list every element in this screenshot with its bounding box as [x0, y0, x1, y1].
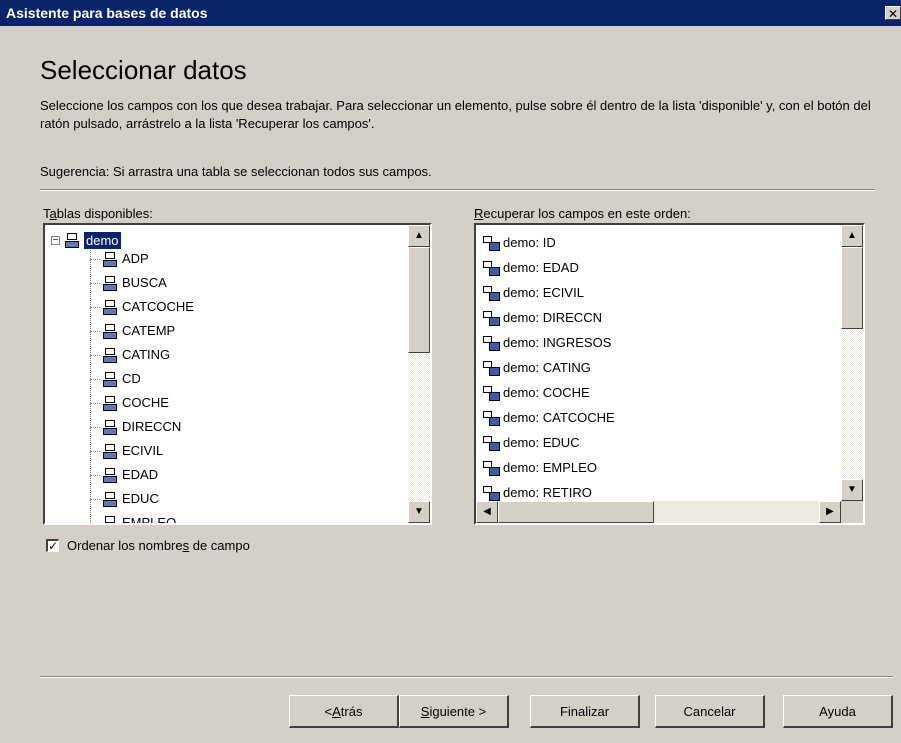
tree-item[interactable]: EDAD [90, 463, 158, 487]
retrieve-vertical-scrollbar[interactable]: ▲ ▼ [841, 225, 863, 501]
tree-root-label: demo [84, 231, 121, 249]
tree-item[interactable]: DIRECCN [90, 415, 181, 439]
tree-item[interactable]: ADP [90, 247, 149, 271]
field-icon [102, 419, 117, 435]
back-button[interactable]: < Atrás [289, 695, 399, 728]
table-icon [64, 232, 79, 248]
field-icon [102, 515, 116, 523]
list-item[interactable]: demo: DIRECCN [482, 306, 602, 330]
tree-item[interactable]: COCHE [90, 391, 169, 415]
field-icon [102, 251, 117, 267]
list-item[interactable]: demo: EDAD [482, 256, 579, 280]
available-tables-label: Tablas disponibles: [43, 206, 153, 221]
field-icon [482, 435, 500, 451]
tree-item[interactable]: CATEMP [90, 319, 175, 343]
hint-text: Sugerencia: Si arrastra una tabla se sel… [40, 164, 432, 179]
scroll-up-icon[interactable]: ▲ [841, 225, 863, 247]
field-icon [102, 395, 117, 411]
retrieve-fields-list[interactable]: demo: ID demo: EDAD demo: ECIVIL demo: D… [474, 223, 865, 525]
tree-item[interactable]: EMPLEO [90, 511, 176, 523]
list-item[interactable]: demo: COCHE [482, 381, 590, 405]
list-item[interactable]: demo: EDUC [482, 431, 580, 455]
field-icon [482, 385, 500, 401]
field-icon [482, 460, 500, 476]
field-icon [482, 360, 500, 376]
field-icon [102, 323, 117, 339]
sort-checkbox-label: Ordenar los nombres de campo [67, 538, 250, 553]
list-item[interactable]: demo: ECIVIL [482, 281, 584, 305]
tree-item[interactable]: CATING [90, 343, 170, 367]
scroll-thumb-horizontal[interactable] [498, 501, 654, 523]
scroll-down-icon[interactable]: ▼ [841, 479, 863, 501]
scroll-up-icon[interactable]: ▲ [408, 225, 430, 247]
collapse-icon[interactable]: − [51, 235, 60, 245]
field-icon [102, 491, 117, 507]
scroll-corner [841, 501, 863, 523]
field-icon [102, 299, 117, 315]
finish-button[interactable]: Finalizar [530, 695, 640, 728]
page-description: Seleccione los campos con los que desea … [40, 98, 871, 131]
tree-item[interactable]: EDUC [90, 487, 159, 511]
close-button[interactable]: ✕ [885, 6, 901, 21]
top-divider [40, 189, 875, 191]
tree-item[interactable]: CD [90, 367, 141, 391]
available-vertical-scrollbar[interactable]: ▲ ▼ [408, 225, 430, 523]
tree-item[interactable]: ECIVIL [90, 439, 163, 463]
sort-checkbox[interactable]: ✓ [46, 539, 59, 552]
scroll-left-icon[interactable]: ◀ [476, 501, 498, 523]
field-icon [102, 371, 117, 387]
page-title: Seleccionar datos [40, 55, 247, 85]
retrieve-horizontal-scrollbar[interactable]: ◀ ▶ [476, 501, 841, 523]
list-item[interactable]: demo: CATING [482, 356, 591, 380]
list-item[interactable]: demo: ID [482, 231, 556, 255]
scroll-thumb[interactable] [841, 247, 863, 329]
field-icon [102, 443, 117, 459]
scroll-right-icon[interactable]: ▶ [819, 501, 841, 523]
scroll-down-icon[interactable]: ▼ [408, 501, 430, 523]
field-icon [102, 275, 117, 291]
field-icon [482, 485, 500, 501]
field-icon [102, 467, 117, 483]
scroll-thumb[interactable] [408, 247, 430, 353]
field-icon [482, 335, 500, 351]
retrieve-fields-label: Recuperar los campos en este orden: [474, 206, 691, 221]
field-icon [482, 260, 500, 276]
field-icon [482, 235, 500, 251]
window-title: Asistente para bases de datos [6, 5, 208, 21]
help-button[interactable]: Ayuda [783, 695, 893, 728]
cancel-button[interactable]: Cancelar [655, 695, 765, 728]
tree-item[interactable]: CATCOCHE [90, 295, 194, 319]
available-tables-tree[interactable]: − demo ADP BUSCA CATCOCHE CATEMP CATING … [43, 223, 432, 525]
next-button[interactable]: Siguiente > [399, 695, 509, 728]
field-icon [482, 310, 500, 326]
list-item[interactable]: demo: EMPLEO [482, 456, 597, 480]
bottom-divider [40, 676, 893, 678]
list-item[interactable]: demo: CATCOCHE [482, 406, 615, 430]
sort-field-names-option[interactable]: ✓ Ordenar los nombres de campo [46, 538, 250, 553]
tree-item[interactable]: BUSCA [90, 271, 167, 295]
field-icon [482, 285, 500, 301]
close-icon: ✕ [887, 7, 899, 21]
list-item[interactable]: demo: INGRESOS [482, 331, 611, 355]
field-icon [482, 410, 500, 426]
field-icon [102, 347, 117, 363]
title-bar: Asistente para bases de datos ✕ [0, 0, 901, 26]
